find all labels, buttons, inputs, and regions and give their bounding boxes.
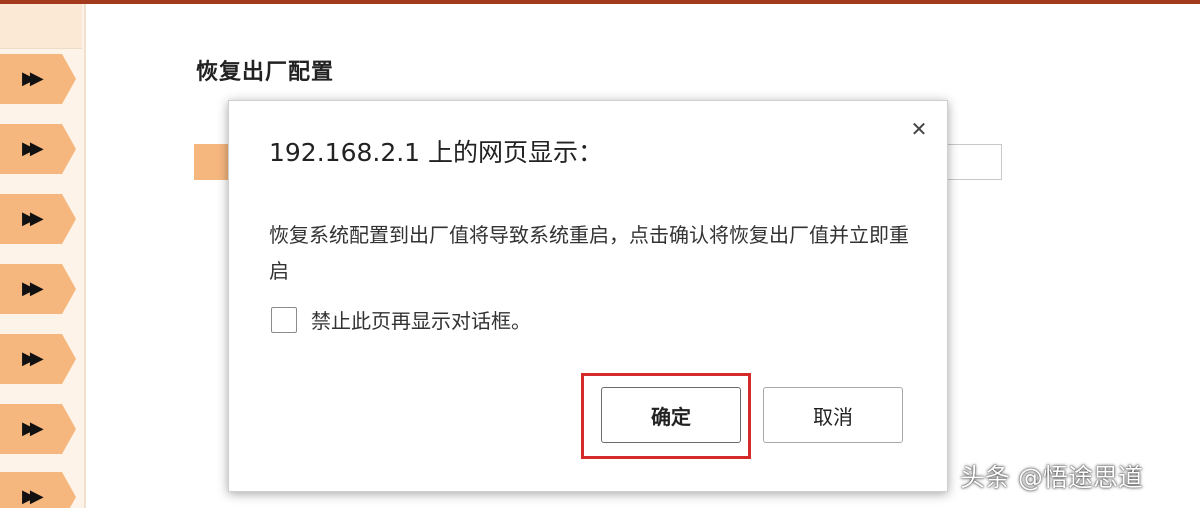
- alert-dialog: 192.168.2.1 上的网页显示： ✕ 恢复系统配置到出厂值将导致系统重启，…: [228, 100, 948, 492]
- sidebar-item[interactable]: ▶▶: [0, 472, 76, 508]
- sidebar-header: [0, 4, 82, 49]
- router-admin-page: ▶▶ ▶▶ ▶▶ ▶▶ ▶▶ ▶▶ ▶▶ 恢复出厂配置 192.168.2.1 …: [0, 0, 1200, 508]
- double-chevron-right-icon: ▶▶: [22, 208, 44, 229]
- ok-button[interactable]: 确定: [601, 387, 741, 443]
- double-chevron-right-icon: ▶▶: [22, 486, 44, 507]
- double-chevron-right-icon: ▶▶: [22, 278, 44, 299]
- double-chevron-right-icon: ▶▶: [22, 348, 44, 369]
- sidebar-item[interactable]: ▶▶: [0, 54, 76, 104]
- sidebar-item[interactable]: ▶▶: [0, 264, 76, 314]
- double-chevron-right-icon: ▶▶: [22, 418, 44, 439]
- double-chevron-right-icon: ▶▶: [22, 68, 44, 89]
- sidebar-item[interactable]: ▶▶: [0, 334, 76, 384]
- dialog-message: 恢复系统配置到出厂值将导致系统重启，点击确认将恢复出厂值并立即重启: [269, 223, 909, 283]
- top-bar: [0, 0, 1200, 4]
- suppress-dialog-checkbox[interactable]: [271, 307, 297, 333]
- sidebar: ▶▶ ▶▶ ▶▶ ▶▶ ▶▶ ▶▶ ▶▶: [0, 4, 86, 508]
- double-chevron-right-icon: ▶▶: [22, 138, 44, 159]
- page-title: 恢复出厂配置: [196, 60, 335, 85]
- cancel-button[interactable]: 取消: [763, 387, 903, 443]
- close-icon[interactable]: ✕: [905, 115, 933, 143]
- sidebar-item[interactable]: ▶▶: [0, 404, 76, 454]
- suppress-dialog-label[interactable]: 禁止此页再显示对话框。: [311, 305, 531, 334]
- sidebar-item[interactable]: ▶▶: [0, 124, 76, 174]
- watermark: 头条 @悟途思道: [960, 463, 1143, 492]
- dialog-title: 192.168.2.1 上的网页显示：: [269, 138, 604, 167]
- sidebar-item[interactable]: ▶▶: [0, 194, 76, 244]
